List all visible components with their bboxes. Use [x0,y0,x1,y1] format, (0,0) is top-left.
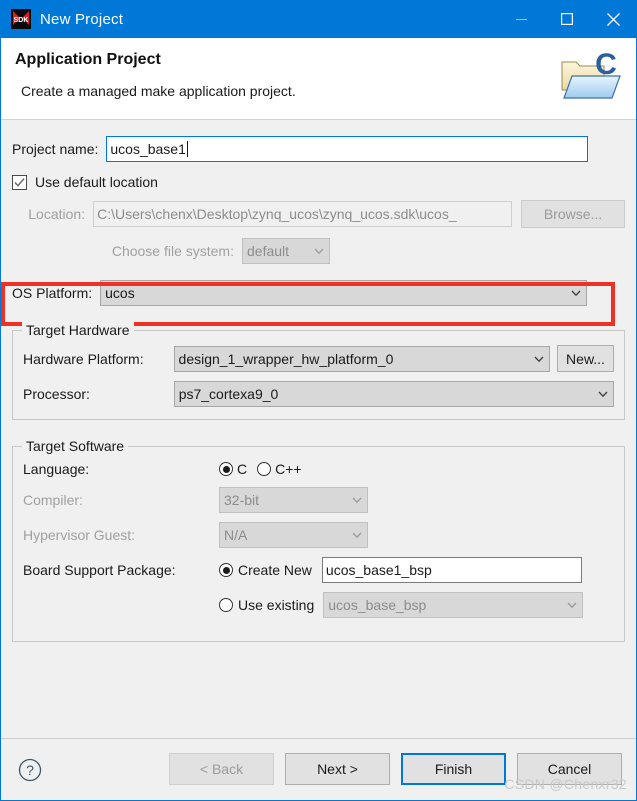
minimize-icon [515,18,527,20]
board-support-package-label: Board Support Package: [23,562,176,578]
location-label: Location: [28,206,86,222]
target-hardware-title: Target Hardware [22,322,134,338]
use-default-location-label: Use default location [35,174,158,190]
hypervisor-guest-combo: N/A [219,522,368,548]
processor-value: ps7_cortexa9_0 [178,386,279,402]
bsp-use-existing-label: Use existing [238,597,315,613]
language-option-c-label: C [237,461,248,477]
compiler-combo: 32-bit [219,487,368,513]
finish-button[interactable]: Finish [401,753,506,785]
dialog-body: Project name: ucos_base1 Use default loc… [1,120,636,738]
os-platform-row: OS Platform: ucos [12,280,625,306]
wizard-header: Application Project Create a managed mak… [1,38,636,120]
os-platform-label: OS Platform: [12,285,93,301]
project-name-row: Project name: ucos_base1 [12,136,625,162]
new-project-dialog: SDK New Project Application Project Crea… [0,0,637,801]
language-radio-cpp[interactable] [257,462,272,476]
hardware-platform-combo[interactable]: design_1_wrapper_hw_platform_0 [173,345,550,372]
close-button[interactable] [590,0,636,38]
bsp-use-existing-row: Use existing ucos_base_bsp [23,592,614,618]
project-name-input[interactable]: ucos_base1 [106,136,589,162]
back-button: < Back [169,753,274,785]
processor-combo[interactable]: ps7_cortexa9_0 [173,381,614,407]
help-button[interactable]: ? [18,758,42,785]
project-name-label: Project name: [12,141,99,157]
new-hardware-platform-button[interactable]: New... [557,345,614,372]
hardware-platform-value: design_1_wrapper_hw_platform_0 [178,350,394,367]
help-icon: ? [18,758,42,782]
close-icon [606,12,620,26]
processor-label: Processor: [23,386,90,402]
hypervisor-guest-label: Hypervisor Guest: [23,527,136,543]
title-bar-left: SDK New Project [1,9,123,29]
watermark: CSDN @Chenxr32 [504,776,627,792]
compiler-row: Compiler: 32-bit [23,487,614,513]
file-system-label: Choose file system: [111,243,234,259]
dialog-footer: ? < Back Next > Finish Cancel CSDN @Chen… [1,738,636,800]
language-option-cpp-label: C++ [275,461,302,477]
language-radio-c[interactable] [219,462,233,476]
language-label: Language: [23,461,90,477]
location-input: C:\Users\chenx\Desktop\zynq_ucos\zynq_uc… [93,201,513,227]
window-title: New Project [40,10,124,28]
bsp-use-existing-radio[interactable] [219,598,233,612]
chevron-down-icon [567,602,577,609]
minimize-button[interactable] [498,0,544,38]
sdk-icon: SDK [11,9,31,29]
file-system-value: default [247,243,290,259]
check-icon [14,177,25,187]
maximize-icon [561,13,573,25]
next-button[interactable]: Next > [285,753,390,785]
chevron-down-icon [352,532,362,539]
compiler-label: Compiler: [23,492,83,508]
chevron-down-icon [352,497,362,504]
hardware-platform-row: Hardware Platform: design_1_wrapper_hw_p… [23,345,614,372]
chevron-down-icon [314,248,324,255]
location-value: C:\Users\chenx\Desktop\zynq_ucos\zynq_uc… [97,206,457,222]
target-software-group: Target Software Language: C C++ Compiler… [12,438,625,642]
target-hardware-group: Target Hardware Hardware Platform: desig… [12,322,625,420]
bsp-create-new-row: Board Support Package: Create New ucos_b… [23,557,614,583]
svg-text:SDK: SDK [14,17,29,24]
language-row: Language: C C++ [23,461,614,477]
hardware-platform-label: Hardware Platform: [23,350,144,367]
compiler-value: 32-bit [224,492,260,508]
chevron-down-icon [571,290,581,297]
page-subtitle: Create a managed make application projec… [21,83,296,99]
hypervisor-guest-value: N/A [224,527,248,543]
radio-dot [222,566,230,574]
bsp-create-new-label: Create New [238,562,312,578]
bsp-use-existing-value: ucos_base_bsp [328,597,427,613]
use-default-location-row[interactable]: Use default location [12,174,625,190]
bsp-use-existing-combo: ucos_base_bsp [323,592,584,618]
os-platform-combo[interactable]: ucos [100,280,588,306]
window-controls [498,0,636,38]
target-software-title: Target Software [22,438,129,454]
use-default-location-checkbox[interactable] [12,174,27,190]
hypervisor-guest-row: Hypervisor Guest: N/A [23,522,614,548]
bsp-create-new-value: ucos_base1_bsp [325,562,432,578]
text-caret [186,141,188,157]
maximize-button[interactable] [544,0,590,38]
file-system-combo: default [242,238,330,264]
radio-dot [222,465,230,473]
bsp-create-new-input[interactable]: ucos_base1_bsp [321,557,582,583]
os-platform-value: ucos [105,285,135,301]
page-title: Application Project [15,51,161,68]
title-bar: SDK New Project [1,0,636,38]
project-name-value: ucos_base1 [110,141,186,157]
c-project-folder-icon: C [554,44,626,110]
svg-text:?: ? [26,762,34,778]
browse-button: Browse... [521,200,625,228]
chevron-down-icon [534,356,544,362]
location-row: Location: C:\Users\chenx\Desktop\zynq_uc… [12,200,625,228]
file-system-row: Choose file system: default [12,238,625,264]
chevron-down-icon [598,391,608,398]
processor-row: Processor: ps7_cortexa9_0 [23,381,614,407]
bsp-create-new-radio[interactable] [219,563,233,577]
